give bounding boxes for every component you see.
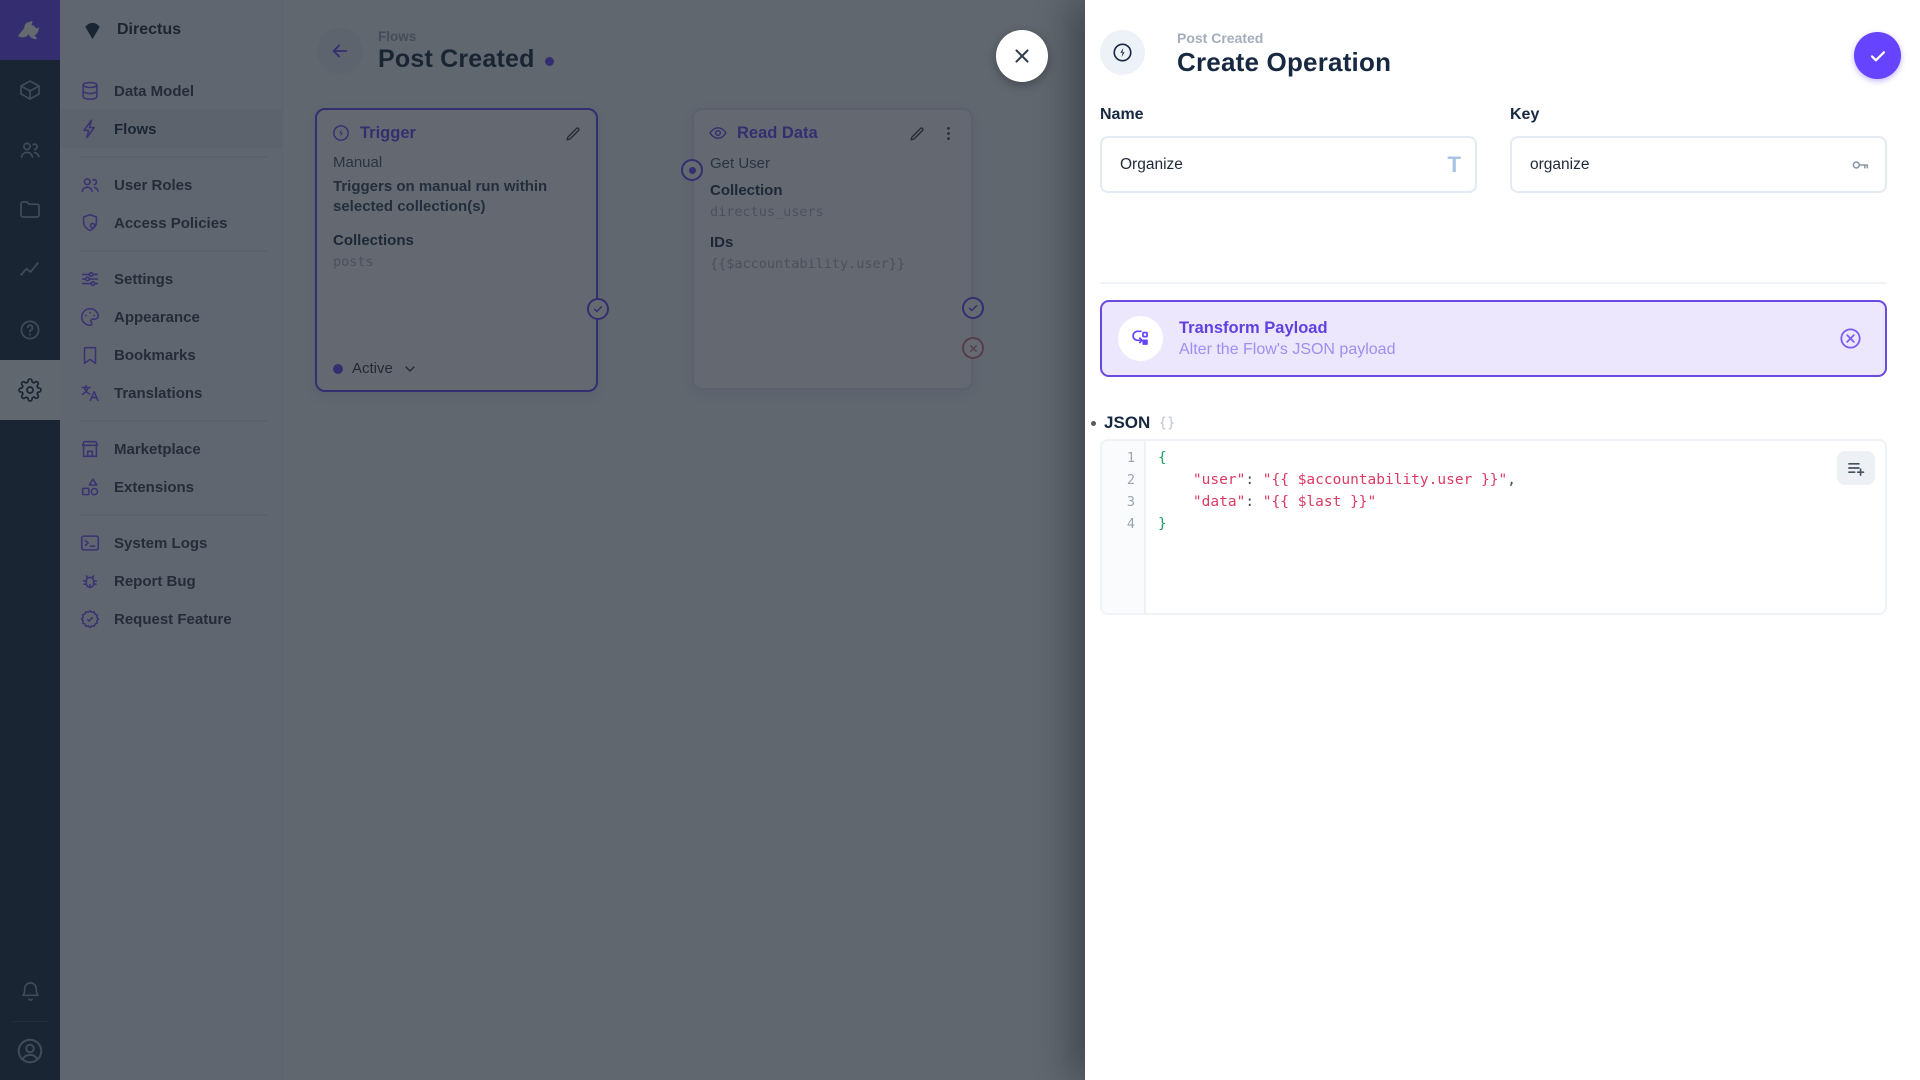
name-field-label: Name — [1100, 106, 1144, 123]
transform-payload-card[interactable]: Transform Payload Alter the Flow's JSON … — [1100, 300, 1887, 377]
json-field-label: JSON — [1104, 413, 1151, 432]
cancel-circle-icon — [1840, 328, 1861, 349]
json-editor-gutter: 1234 — [1102, 441, 1146, 613]
playlist-add-icon — [1848, 463, 1865, 476]
insert-field-button[interactable] — [1837, 451, 1875, 485]
required-dot — [1091, 420, 1096, 426]
save-operation-button[interactable] — [1854, 32, 1901, 79]
drawer-content: Name T Key — [1085, 106, 1920, 615]
json-code-editor[interactable]: 1234 { "user": "{{ $accountability.user … — [1100, 439, 1887, 615]
name-input[interactable] — [1100, 136, 1477, 193]
drawer-header: Post Created Create Operation — [1085, 0, 1920, 79]
json-field-header: JSON — [1091, 413, 1887, 433]
transform-icon — [1118, 316, 1163, 361]
transform-card-title: Transform Payload — [1179, 318, 1328, 337]
operation-header-icon-button[interactable] — [1100, 30, 1145, 75]
drawer-breadcrumb[interactable]: Post Created — [1177, 30, 1391, 46]
key-icon — [1849, 154, 1871, 176]
flash-circle-icon — [1113, 43, 1132, 62]
title-icon: T — [1447, 151, 1461, 177]
key-input[interactable] — [1510, 136, 1887, 193]
json-editor-code[interactable]: { "user": "{{ $accountability.user }}", … — [1148, 441, 1885, 613]
transform-card-subtitle: Alter the Flow's JSON payload — [1179, 340, 1396, 358]
check-icon — [1870, 50, 1885, 61]
key-field-label: Key — [1510, 106, 1540, 123]
remove-transform-button[interactable] — [1838, 326, 1863, 351]
section-divider — [1100, 282, 1887, 284]
close-drawer-button[interactable] — [996, 30, 1048, 82]
close-icon — [1015, 49, 1029, 63]
create-operation-drawer: Post Created Create Operation Name T Key — [1085, 0, 1920, 1080]
data-object-icon — [1158, 414, 1176, 432]
drawer-title: Create Operation — [1177, 47, 1392, 77]
